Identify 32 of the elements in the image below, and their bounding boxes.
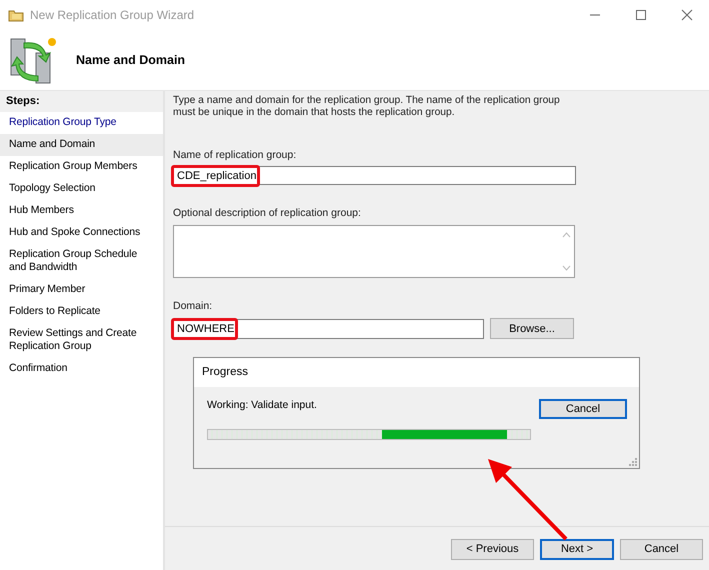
- step-item[interactable]: Review Settings and Create Replication Group: [0, 323, 163, 358]
- wizard-button[interactable]: < Previous: [451, 538, 534, 560]
- step-item[interactable]: Replication Group Schedule and Bandwidth: [0, 244, 163, 279]
- wizard-button[interactable]: Next >: [540, 538, 614, 560]
- input-field[interactable]: NOWHERE: [173, 318, 484, 338]
- maximize-icon[interactable]: [635, 9, 647, 21]
- page-title: Name and Domain: [76, 53, 186, 67]
- field-label: Optional description of replication group:: [173, 207, 362, 219]
- step-item[interactable]: Confirmation: [0, 358, 163, 380]
- input-field[interactable]: CDE_replication: [173, 166, 576, 185]
- servers-sync-icon: [8, 35, 58, 85]
- status-text: Working: Validate input.: [207, 399, 318, 411]
- resize-grip-icon: [629, 458, 637, 466]
- window-title: New Replication Group Wizard: [30, 8, 194, 22]
- step-item[interactable]: Hub Members: [0, 200, 163, 222]
- step-item[interactable]: Replication Group Type: [0, 112, 163, 134]
- text-area[interactable]: [173, 225, 575, 278]
- field-label: Domain:: [173, 300, 214, 312]
- steps-heading: Steps:: [0, 91, 163, 112]
- dialog-title: Progress: [194, 358, 639, 387]
- step-item[interactable]: Name and Domain: [0, 134, 163, 156]
- field-label: Name of replication group:: [173, 149, 298, 161]
- step-item[interactable]: Topology Selection: [0, 178, 163, 200]
- browse-button[interactable]: Browse...: [490, 318, 574, 339]
- step-item[interactable]: Replication Group Members: [0, 156, 163, 178]
- step-item[interactable]: Folders to Replicate: [0, 301, 163, 323]
- cancel-button[interactable]: Cancel: [539, 399, 627, 419]
- step-item[interactable]: Hub and Spoke Connections: [0, 222, 163, 244]
- wizard-button[interactable]: Cancel: [620, 538, 703, 560]
- step-item[interactable]: Primary Member: [0, 279, 163, 301]
- close-icon[interactable]: [681, 9, 693, 21]
- instructions-text: Type a name and domain for the replication group. The name of the replication group must be unique in the domain that hosts the replication group.: [173, 95, 561, 119]
